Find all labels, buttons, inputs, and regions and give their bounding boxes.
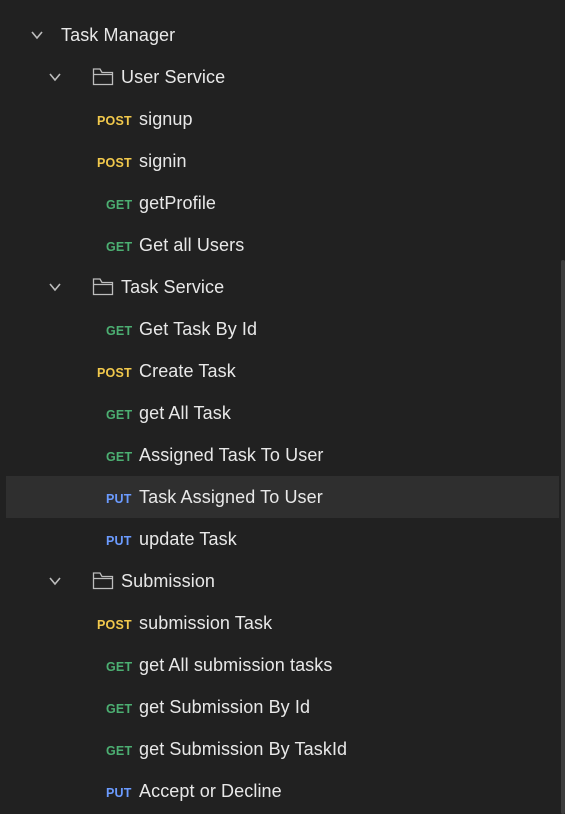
request-item[interactable]: PUT update Task	[6, 518, 559, 560]
folder-user-service[interactable]: User Service	[6, 56, 559, 98]
tree-item-partial[interactable]	[0, 0, 565, 2]
request-item[interactable]: GET get Submission By TaskId	[6, 728, 559, 770]
chevron-down-icon[interactable]	[48, 281, 62, 293]
request-name: get Submission By TaskId	[139, 739, 348, 759]
folder-submission[interactable]: Submission	[6, 560, 559, 602]
collections-sidebar: Task Manager User Service POST signup PO…	[0, 0, 565, 814]
folder-icon	[92, 68, 114, 86]
method-badge: GET	[106, 702, 133, 716]
request-name: signin	[139, 151, 187, 171]
request-name: Accept or Decline	[139, 781, 282, 801]
request-item[interactable]: GET Get all Users	[6, 224, 559, 266]
request-item[interactable]: POST signup	[6, 98, 559, 140]
chevron-down-icon[interactable]	[30, 29, 44, 41]
folder-name: User Service	[121, 67, 226, 87]
method-badge: GET	[106, 198, 133, 212]
method-badge: GET	[106, 408, 133, 422]
request-name: Assigned Task To User	[139, 445, 324, 465]
request-name: signup	[139, 109, 193, 129]
request-name: Get Task By Id	[139, 319, 258, 339]
request-name: Create Task	[139, 361, 236, 381]
request-item[interactable]: GET get Submission By Id	[6, 686, 559, 728]
method-badge: POST	[97, 366, 132, 380]
method-badge: PUT	[106, 534, 132, 548]
method-badge: POST	[97, 156, 132, 170]
vertical-scrollbar[interactable]	[561, 260, 565, 814]
folder-task-service[interactable]: Task Service	[6, 266, 559, 308]
request-name: get Submission By Id	[139, 697, 311, 717]
folder-name: Task Service	[121, 277, 225, 297]
method-badge: GET	[106, 240, 133, 254]
chevron-down-icon[interactable]	[48, 71, 62, 83]
method-badge: GET	[106, 450, 133, 464]
chevron-down-icon[interactable]	[48, 575, 62, 587]
folder-name: Submission	[121, 571, 216, 591]
method-badge: POST	[97, 618, 132, 632]
collection-task-manager[interactable]: Task Manager	[6, 14, 559, 56]
method-badge: GET	[106, 324, 133, 338]
request-name: update Task	[139, 529, 237, 549]
request-item[interactable]: GET Assigned Task To User	[6, 434, 559, 476]
request-item[interactable]: GET get All submission tasks	[6, 644, 559, 686]
request-item[interactable]: GET getProfile	[6, 182, 559, 224]
method-badge: GET	[106, 660, 133, 674]
method-badge: PUT	[106, 786, 132, 800]
method-badge: POST	[97, 114, 132, 128]
request-name: get All submission tasks	[139, 655, 333, 675]
collection-name: Task Manager	[61, 25, 176, 45]
method-badge: PUT	[106, 492, 132, 506]
folder-icon	[92, 278, 114, 296]
request-name: submission Task	[139, 613, 273, 633]
request-name: get All Task	[139, 403, 231, 423]
request-item[interactable]: GET get All Task	[6, 392, 559, 434]
request-name: getProfile	[139, 193, 217, 213]
request-item[interactable]: POST submission Task	[6, 602, 559, 644]
folder-icon	[92, 572, 114, 590]
request-item[interactable]: PUT Accept or Decline	[6, 770, 559, 812]
method-badge: GET	[106, 744, 133, 758]
request-item[interactable]: POST Create Task	[6, 350, 559, 392]
request-name: Get all Users	[139, 235, 245, 255]
request-item[interactable]: GET Get Task By Id	[6, 308, 559, 350]
request-name: Task Assigned To User	[139, 487, 323, 507]
request-item[interactable]: POST signin	[6, 140, 559, 182]
request-item-selected[interactable]: PUT Task Assigned To User	[6, 476, 559, 518]
